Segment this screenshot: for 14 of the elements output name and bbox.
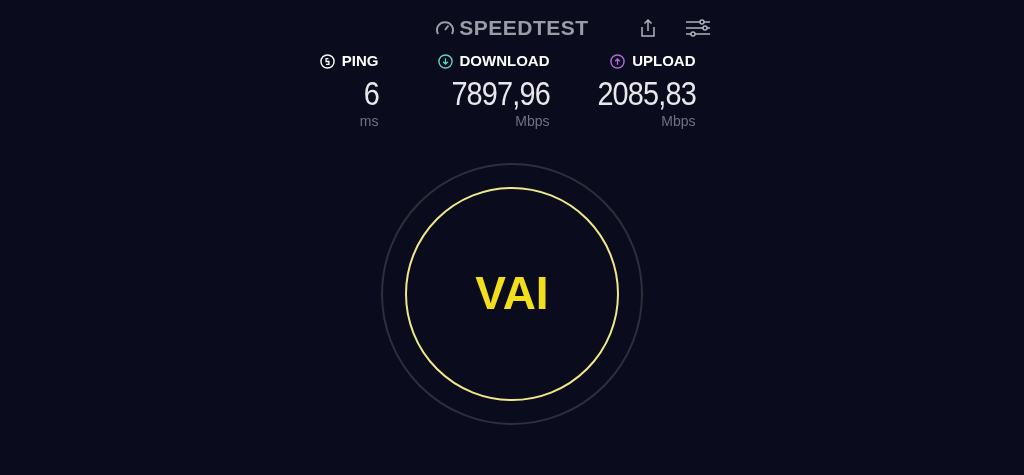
metric-label: DOWNLOAD: [459, 51, 550, 71]
metric-unit: Mbps: [515, 112, 550, 129]
metric-label: UPLOAD: [632, 51, 696, 71]
metric-value: 7897,96: [451, 72, 550, 113]
metric-unit: ms: [359, 112, 379, 129]
metric-label: PING: [341, 51, 379, 71]
gauge-icon: [435, 18, 456, 37]
app-logo: SPEEDTEST: [459, 15, 589, 41]
metric-value: 6: [363, 72, 379, 113]
share-icon[interactable]: [638, 17, 657, 38]
go-button[interactable]: VAI: [405, 186, 619, 401]
metric-unit: Mbps: [661, 112, 696, 129]
settings-icon[interactable]: [684, 17, 711, 38]
metric-value: 2085,83: [597, 72, 696, 113]
